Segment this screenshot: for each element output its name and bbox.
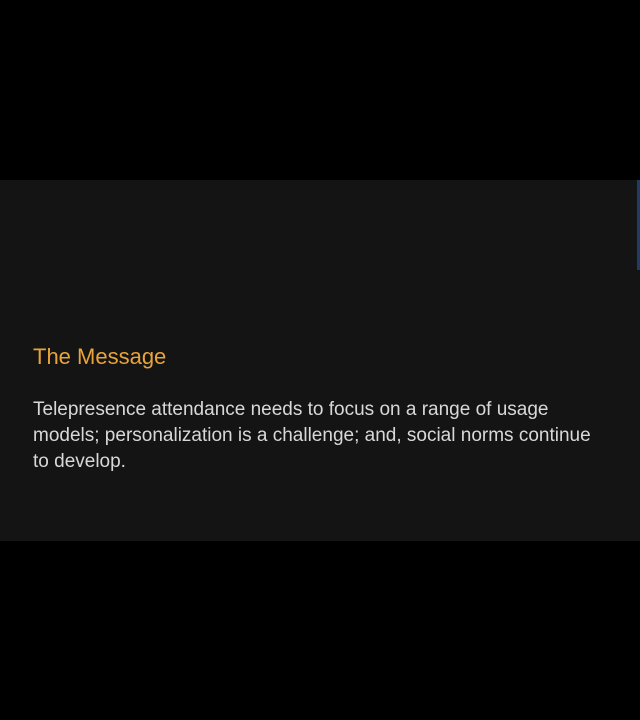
presentation-slide: The Message Telepresence attendance need… [0,180,640,541]
slide-title: The Message [33,344,167,369]
slide-body-text: Telepresence attendance needs to focus o… [33,399,591,472]
video-viewport: The Message Telepresence attendance need… [0,0,640,720]
